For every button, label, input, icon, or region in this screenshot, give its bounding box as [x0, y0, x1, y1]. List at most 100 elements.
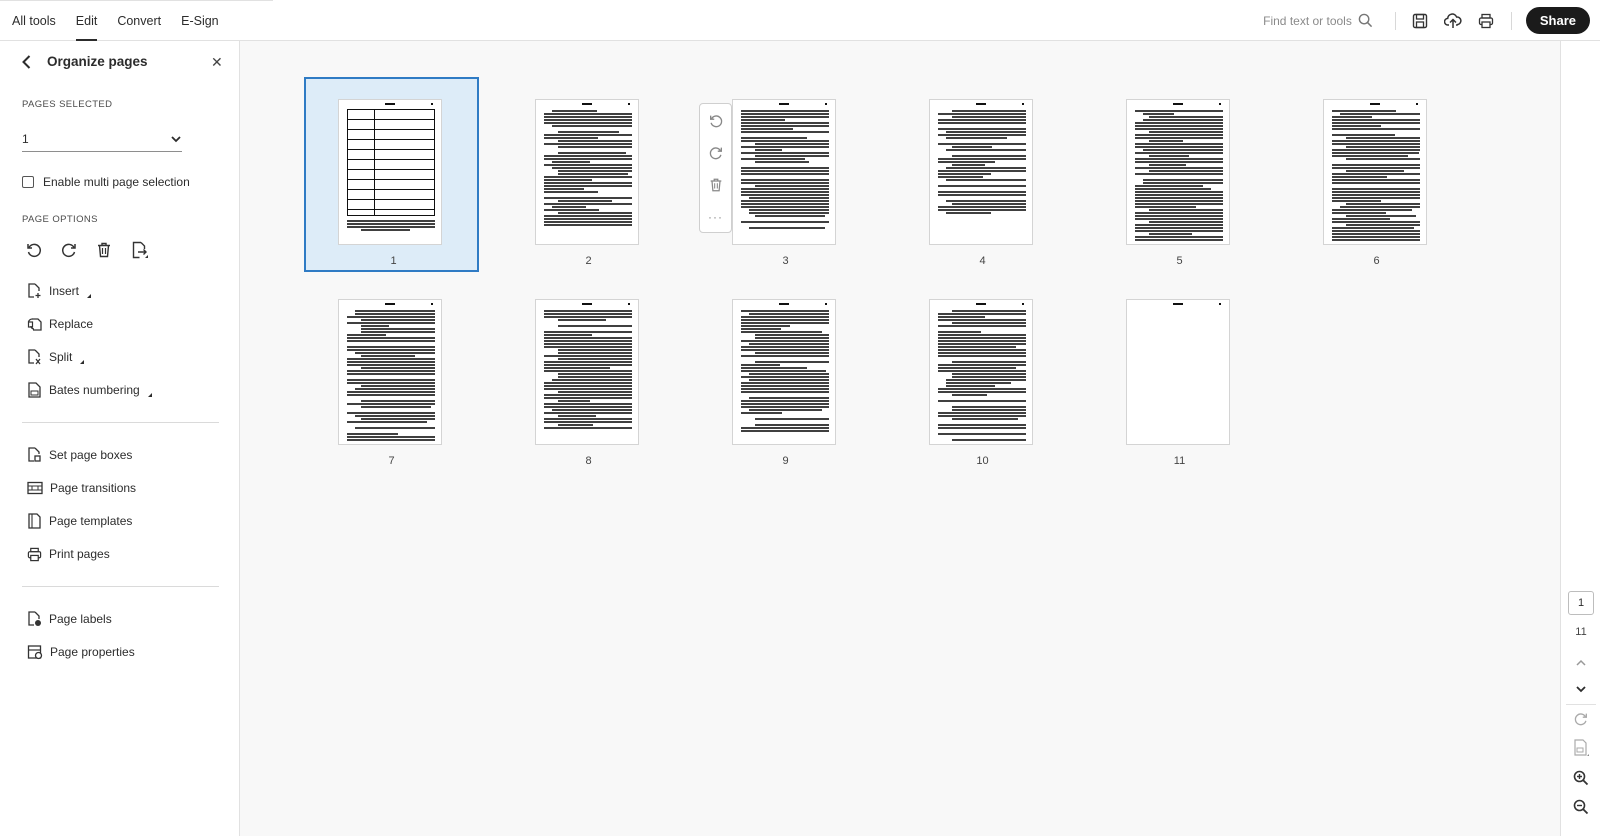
delete-icon[interactable] — [707, 176, 725, 194]
page-thumbnail[interactable]: 7 — [304, 277, 479, 472]
page-thumbnail[interactable]: 5 — [1092, 77, 1267, 272]
text-line — [558, 140, 632, 142]
rotate-right-icon[interactable] — [707, 144, 725, 162]
menu-print-pages[interactable]: Print pages — [27, 544, 110, 564]
text-line — [347, 403, 435, 405]
page-preview[interactable] — [929, 99, 1033, 245]
text-line — [938, 367, 1016, 369]
text-line — [755, 215, 825, 217]
text-line — [938, 346, 1016, 348]
close-icon[interactable]: ✕ — [211, 54, 223, 71]
text-line — [755, 149, 782, 151]
top-toolbar: All tools Edit Convert E-Sign Find text … — [0, 0, 1600, 41]
text-line — [741, 221, 829, 223]
more-icon[interactable]: ··· — [707, 208, 725, 226]
divider — [1566, 704, 1596, 705]
page-preview[interactable] — [338, 99, 442, 245]
menu-page-labels[interactable]: Page labels — [27, 609, 112, 629]
rotate-left-icon[interactable] — [25, 241, 43, 259]
text-line — [1135, 239, 1223, 241]
menu-bates-numbering[interactable]: Bates numbering — [27, 380, 152, 400]
menu-replace[interactable]: Replace — [27, 314, 93, 334]
zoom-out-button[interactable] — [1571, 797, 1591, 817]
rotate-right-icon — [1574, 713, 1587, 726]
menu-split-label: Split — [49, 350, 73, 364]
page-preview[interactable] — [732, 99, 836, 245]
share-button[interactable]: Share — [1525, 7, 1590, 34]
nav-edit[interactable]: Edit — [75, 0, 97, 41]
page-thumbnail[interactable]: 11 — [1092, 277, 1267, 472]
page-preview[interactable] — [732, 299, 836, 445]
previous-page-button[interactable] — [1571, 653, 1591, 673]
text-line — [741, 203, 829, 205]
page-preview[interactable] — [929, 299, 1033, 445]
text-line — [544, 221, 632, 223]
menu-set-page-boxes[interactable]: Set page boxes — [27, 445, 132, 465]
extract-icon[interactable] — [130, 241, 148, 259]
find-search[interactable]: Find text or tools — [1263, 13, 1373, 28]
text-line — [544, 310, 632, 312]
text-line — [544, 218, 632, 220]
rotate-left-icon[interactable] — [707, 112, 725, 130]
text-line — [749, 343, 829, 345]
text-line — [1332, 176, 1387, 178]
page-preview[interactable] — [1126, 299, 1230, 445]
text-line — [952, 406, 1026, 408]
page-thumbnail[interactable]: 10 — [895, 277, 1070, 472]
text-line — [938, 349, 1026, 351]
text-line — [741, 119, 785, 121]
nav-esign[interactable]: E-Sign — [181, 0, 219, 41]
next-page-button[interactable] — [1571, 679, 1591, 699]
menu-split[interactable]: Split — [27, 347, 85, 367]
menu-page-transitions[interactable]: Page transitions — [27, 478, 136, 498]
page-number-mark — [431, 103, 433, 105]
text-line — [749, 197, 829, 199]
delete-icon[interactable] — [95, 241, 113, 259]
save-button[interactable] — [1404, 4, 1437, 37]
text-line — [938, 176, 983, 178]
text-line — [952, 155, 1026, 157]
page-preview[interactable] — [338, 299, 442, 445]
text-line — [544, 316, 632, 318]
text-line — [741, 427, 829, 429]
page-thumbnail[interactable]: 4 — [895, 77, 1070, 272]
zoom-in-button[interactable] — [1571, 768, 1591, 788]
page-display-button[interactable] — [1571, 738, 1591, 758]
page-preview[interactable] — [1126, 99, 1230, 245]
upload-button[interactable] — [1437, 4, 1470, 37]
rotate-view-button[interactable] — [1571, 709, 1591, 729]
checkbox[interactable] — [22, 176, 34, 188]
page-thumbnail[interactable]: 6 — [1289, 77, 1464, 272]
nav-convert[interactable]: Convert — [117, 0, 161, 41]
page-thumbnail[interactable]: 8 — [501, 277, 676, 472]
rotate-right-icon[interactable] — [60, 241, 78, 259]
page-preview[interactable] — [1323, 99, 1427, 245]
text-line — [741, 382, 829, 384]
text-line — [938, 343, 1026, 345]
menu-page-properties[interactable]: Page properties — [27, 642, 135, 662]
multi-page-selection-checkbox[interactable]: Enable multi page selection — [22, 175, 190, 189]
page-thumbnail[interactable]: 2 — [501, 77, 676, 272]
pages-selected-dropdown[interactable]: 1 — [22, 126, 182, 152]
text-line — [1135, 143, 1223, 145]
text-line — [952, 418, 1018, 420]
text-line — [544, 403, 632, 405]
text-line — [544, 367, 610, 369]
text-line — [946, 179, 1026, 181]
back-icon[interactable] — [18, 53, 36, 71]
chevron-down-icon — [1576, 686, 1586, 693]
page-thumbnail[interactable]: 1 — [304, 77, 479, 272]
text-line — [938, 427, 1026, 429]
page-preview[interactable] — [535, 299, 639, 445]
print-button[interactable] — [1470, 4, 1503, 37]
menu-page-templates[interactable]: Page templates — [27, 511, 132, 531]
current-page-input[interactable]: 1 — [1568, 591, 1594, 615]
text-line — [552, 125, 632, 127]
nav-all-tools[interactable]: All tools — [12, 0, 56, 41]
text-line — [749, 212, 829, 214]
menu-insert[interactable]: Insert — [27, 281, 92, 301]
text-line — [347, 361, 435, 363]
page-thumbnail[interactable]: 9 — [698, 277, 873, 472]
page-preview[interactable] — [535, 99, 639, 245]
text-line — [749, 313, 829, 315]
